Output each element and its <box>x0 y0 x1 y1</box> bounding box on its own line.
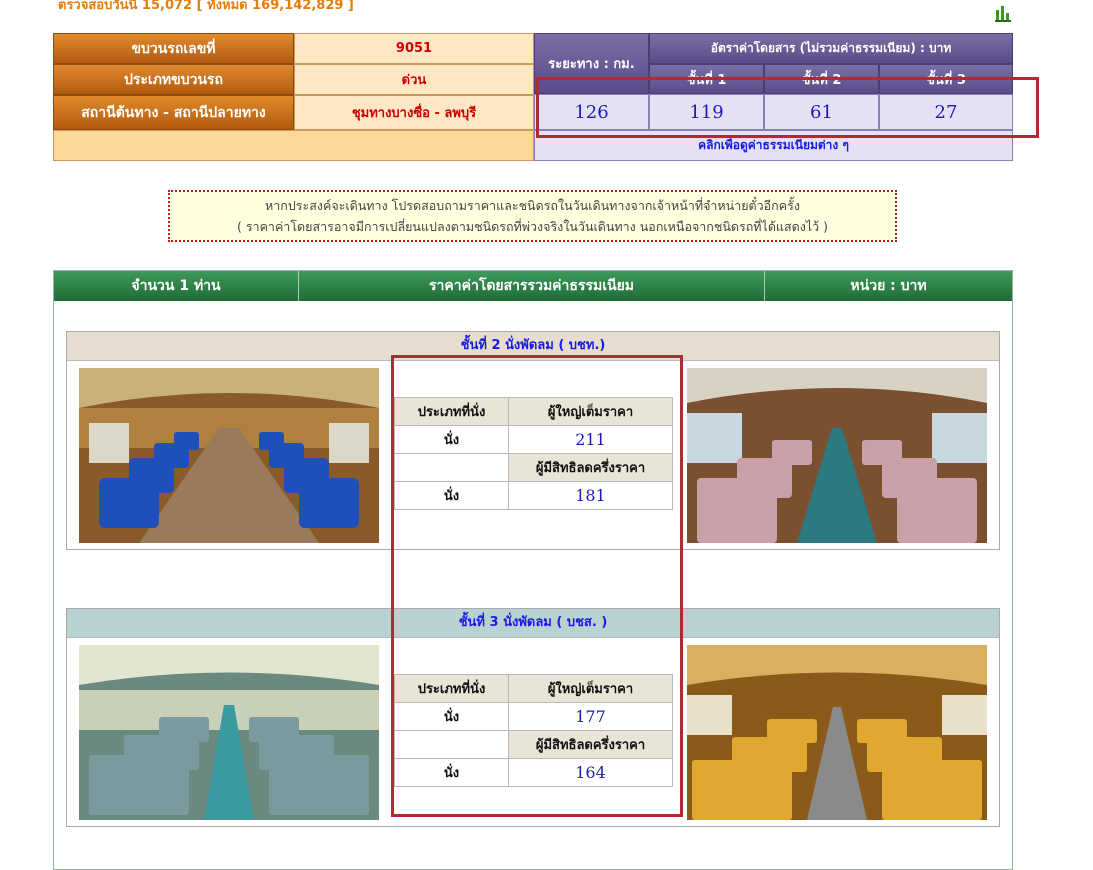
route-label: สถานีต้นทาง - สถานีปลายทาง <box>53 95 294 130</box>
train-number-value: 9051 <box>294 33 534 64</box>
info-filler <box>53 130 534 161</box>
visit-counter: ตรวจสอบวันนี้ 15,072 [ ทั้งหมด 169,142,8… <box>58 0 354 13</box>
class-2-interior-photo-left <box>79 368 379 543</box>
bar-chart-icon[interactable] <box>995 4 1011 22</box>
route-value: ชุมทางบางซื่อ - ลพบุรี <box>294 95 534 130</box>
notice-line-2: ( ราคาค่าโดยสารอาจมีการเปลี่ยนแปลงตามชนิ… <box>236 219 828 234</box>
class-3-interior-photo-right <box>687 645 987 820</box>
fare-notice: หากประสงค์จะเดินทาง โปรดสอบถามราคาและชนิ… <box>168 190 897 242</box>
passenger-count-header: จำนวน 1 ท่าน <box>54 271 299 301</box>
class-3-interior-photo-left <box>79 645 379 820</box>
highlight-box-fares <box>536 77 1039 138</box>
price-header: ราคาค่าโดยสารรวมค่าธรรมเนียม <box>299 271 765 301</box>
train-type-value: ด่วน <box>294 64 534 95</box>
notice-line-1: หากประสงค์จะเดินทาง โปรดสอบถามราคาและชนิ… <box>265 198 800 213</box>
fare-rate-header: อัตราค่าโดยสาร (ไม่รวมค่าธรรมเนียม) : บา… <box>649 33 1013 64</box>
unit-header: หน่วย : บาท <box>765 271 1012 301</box>
train-type-label: ประเภทขบวนรถ <box>53 64 294 95</box>
highlight-box-prices <box>391 355 683 817</box>
class-2-interior-photo-right <box>687 368 987 543</box>
train-number-label: ขบวนรถเลขที่ <box>53 33 294 64</box>
